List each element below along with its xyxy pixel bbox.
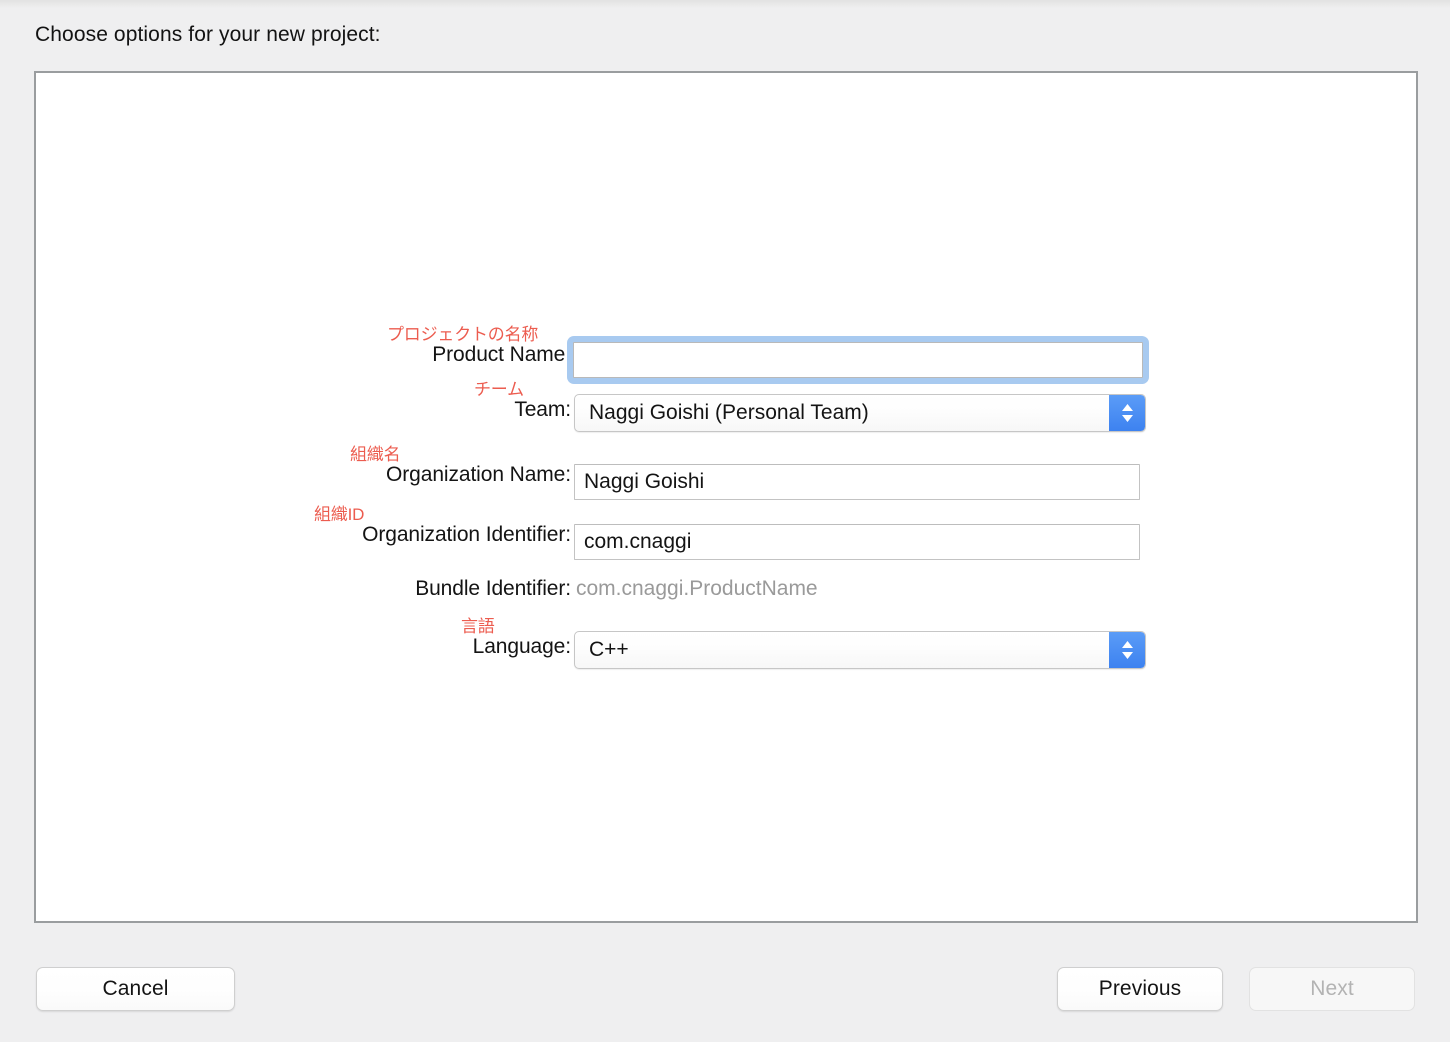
organization-identifier-input[interactable]: com.cnaggi	[574, 524, 1140, 560]
next-button[interactable]: Next	[1249, 967, 1415, 1011]
product-name-input[interactable]	[567, 336, 1149, 384]
annotation-team: チーム	[474, 380, 524, 399]
label-language: Language:	[472, 635, 571, 658]
language-select-value: C++	[589, 638, 629, 661]
language-select[interactable]: C++	[574, 631, 1146, 669]
cancel-button[interactable]: Cancel	[36, 967, 235, 1011]
annotation-language: 言語	[461, 617, 495, 636]
label-bundle-identifier: Bundle Identifier:	[415, 577, 571, 600]
chevron-up-down-icon[interactable]	[1109, 395, 1145, 431]
product-name-input-inner[interactable]	[573, 342, 1143, 378]
label-product-name: Product Name:	[432, 343, 571, 366]
team-select[interactable]: Naggi Goishi (Personal Team)	[574, 394, 1146, 432]
chevron-up-down-icon[interactable]	[1109, 632, 1145, 668]
annotation-product-name: プロジェクトの名称	[387, 325, 539, 344]
page-title: Choose options for your new project:	[35, 23, 381, 46]
new-project-options-dialog: Choose options for your new project: プロジ…	[0, 0, 1450, 1042]
window-titlebar-strip	[0, 0, 1450, 8]
annotation-organization-identifier: 組織ID	[314, 505, 365, 524]
options-panel: プロジェクトの名称 Product Name: チーム Team: Naggi …	[34, 71, 1418, 923]
label-team: Team:	[514, 398, 571, 421]
bundle-identifier-value: com.cnaggi.ProductName	[576, 577, 818, 600]
label-organization-name: Organization Name:	[386, 463, 571, 486]
project-options-form: プロジェクトの名称 Product Name: チーム Team: Naggi …	[36, 73, 1420, 925]
team-select-value: Naggi Goishi (Personal Team)	[589, 401, 869, 424]
annotation-organization-name: 組織名	[350, 445, 401, 464]
organization-name-input[interactable]: Naggi Goishi	[574, 464, 1140, 500]
previous-button[interactable]: Previous	[1057, 967, 1223, 1011]
label-organization-identifier: Organization Identifier:	[362, 523, 571, 546]
